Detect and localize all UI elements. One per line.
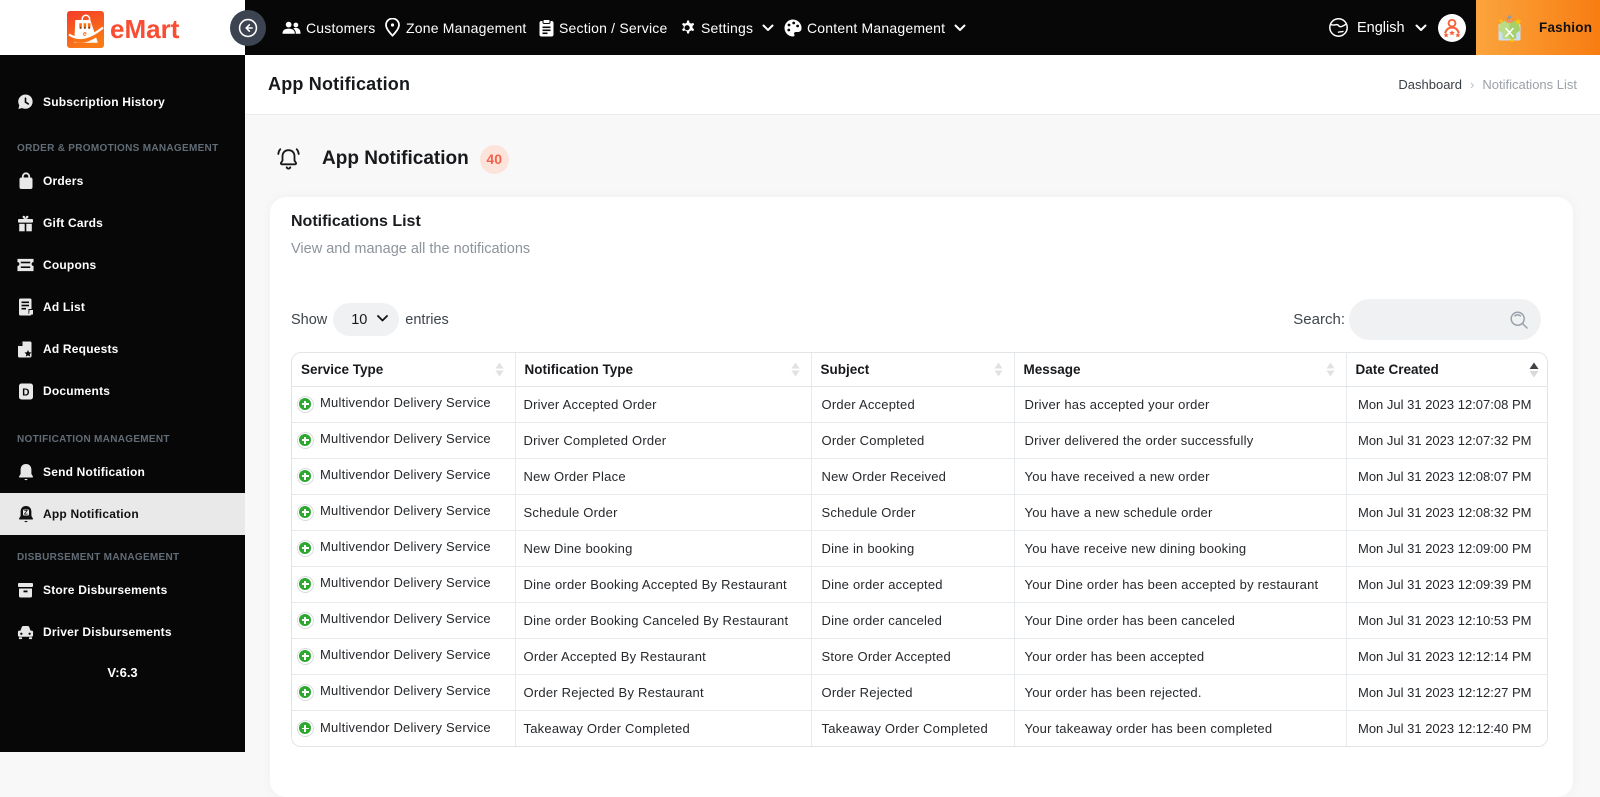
svg-text:Z: Z	[23, 510, 27, 517]
svg-text:D: D	[22, 387, 29, 398]
